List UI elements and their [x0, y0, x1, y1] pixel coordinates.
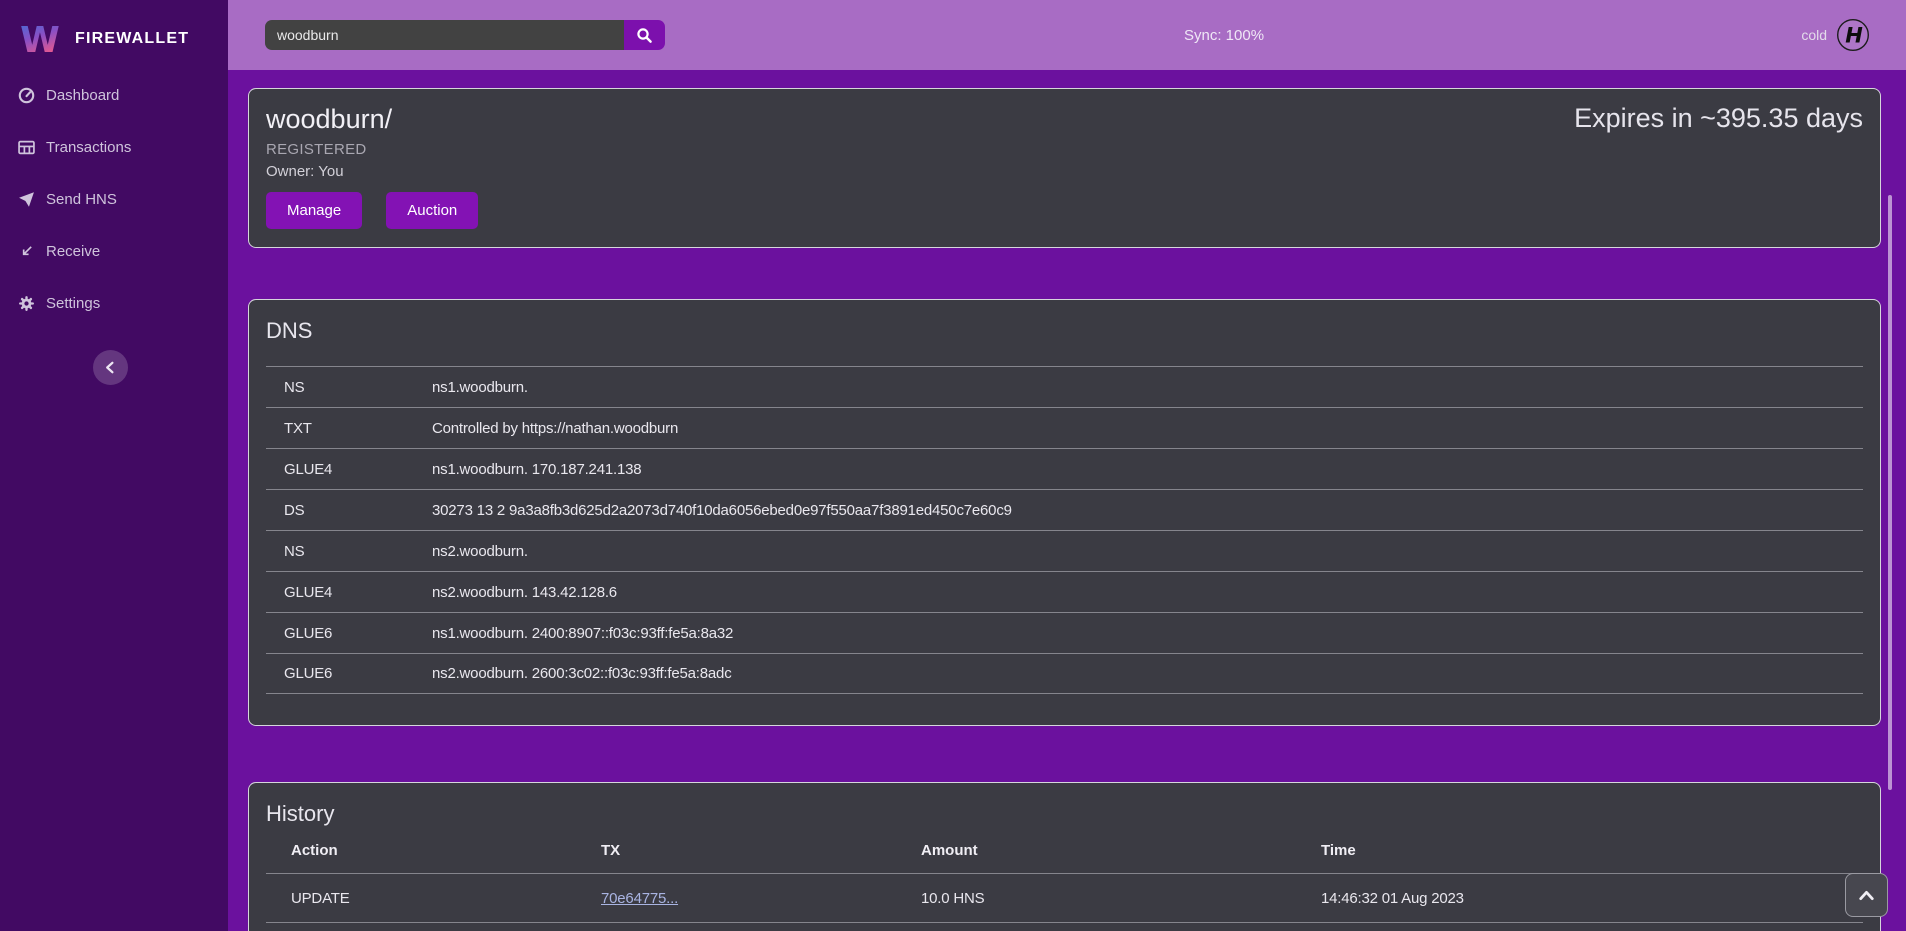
- topbar-right: cold H: [1801, 0, 1870, 70]
- dashboard-icon: [18, 87, 35, 104]
- tx-link[interactable]: 70e64775...: [601, 890, 678, 907]
- dns-record-type: NS: [284, 543, 432, 560]
- main-content: woodburn/ REGISTERED Owner: You Manage A…: [228, 70, 1906, 931]
- history-amount: 10.0 HNS: [921, 890, 1321, 907]
- dns-record-row: DS 30273 13 2 9a3a8fb3d625d2a2073d740f10…: [266, 489, 1863, 530]
- chevron-up-icon: [1857, 888, 1876, 903]
- topbar: Sync: 100% cold H: [228, 0, 1906, 70]
- search-input[interactable]: [265, 20, 624, 50]
- search-button[interactable]: [624, 20, 665, 50]
- sidebar: W FIREWALLET Dashboard Transactions Send…: [0, 0, 228, 931]
- domain-actions: Manage Auction: [266, 192, 1863, 229]
- dns-record-type: GLUE4: [284, 461, 432, 478]
- sidebar-item-dashboard[interactable]: Dashboard: [0, 69, 228, 121]
- manage-button[interactable]: Manage: [266, 192, 362, 229]
- transactions-icon: [18, 139, 35, 156]
- app-title: FIREWALLET: [75, 30, 189, 48]
- scrollbar-thumb[interactable]: [1888, 195, 1892, 790]
- dns-record-row: NS ns1.woodburn.: [266, 366, 1863, 407]
- firewallet-logo-icon: W: [17, 17, 63, 61]
- dns-record-value: 30273 13 2 9a3a8fb3d625d2a2073d740f10da6…: [432, 502, 1863, 519]
- handshake-logo-icon[interactable]: H: [1836, 18, 1870, 52]
- history-header-row: Action TX Amount Time: [266, 827, 1863, 874]
- sidebar-item-label: Receive: [46, 243, 100, 260]
- history-title: History: [266, 801, 1863, 827]
- history-action: UPDATE: [291, 890, 601, 907]
- dns-record-value: ns1.woodburn.: [432, 379, 1863, 396]
- dns-table: NS ns1.woodburn. TXT Controlled by https…: [266, 366, 1863, 694]
- sidebar-item-settings[interactable]: Settings: [0, 277, 228, 329]
- dns-record-value: ns1.woodburn. 170.187.241.138: [432, 461, 1863, 478]
- wallet-name-label: cold: [1801, 27, 1827, 43]
- dns-record-value: ns1.woodburn. 2400:8907::f03c:93ff:fe5a:…: [432, 625, 1863, 642]
- dns-record-type: GLUE4: [284, 584, 432, 601]
- dns-record-row: NS ns2.woodburn.: [266, 530, 1863, 571]
- sidebar-item-label: Transactions: [46, 139, 131, 156]
- domain-status: REGISTERED: [266, 141, 1863, 158]
- sidebar-item-receive[interactable]: Receive: [0, 225, 228, 277]
- dns-record-row: GLUE6 ns2.woodburn. 2600:3c02::f03c:93ff…: [266, 653, 1863, 694]
- dns-record-row: TXT Controlled by https://nathan.woodbur…: [266, 407, 1863, 448]
- dns-record-type: GLUE6: [284, 665, 432, 682]
- domain-expiry: Expires in ~395.35 days: [1574, 103, 1863, 134]
- history-col-tx: TX: [601, 842, 921, 859]
- dns-title: DNS: [266, 318, 1863, 344]
- dns-card: DNS NS ns1.woodburn. TXT Controlled by h…: [248, 299, 1881, 726]
- sidebar-item-label: Settings: [46, 295, 100, 312]
- dns-record-row: GLUE4 ns1.woodburn. 170.187.241.138: [266, 448, 1863, 489]
- chevron-left-icon: [102, 359, 119, 376]
- dns-record-row: GLUE6 ns1.woodburn. 2400:8907::f03c:93ff…: [266, 612, 1863, 653]
- history-table: UPDATE 70e64775... 10.0 HNS 14:46:32 01 …: [266, 874, 1863, 931]
- svg-text:W: W: [20, 20, 60, 61]
- receive-icon: [18, 243, 35, 260]
- dns-record-type: GLUE6: [284, 625, 432, 642]
- sidebar-item-label: Dashboard: [46, 87, 119, 104]
- dns-record-value: ns2.woodburn.: [432, 543, 1863, 560]
- sidebar-item-send-hns[interactable]: Send HNS: [0, 173, 228, 225]
- search-group: [265, 20, 665, 50]
- dns-record-value: ns2.woodburn. 2600:3c02::f03c:93ff:fe5a:…: [432, 665, 1863, 682]
- sidebar-collapse-button[interactable]: [93, 350, 128, 385]
- app-logo-row: W FIREWALLET: [0, 0, 228, 66]
- dns-record-type: DS: [284, 502, 432, 519]
- history-col-time: Time: [1321, 842, 1863, 859]
- dns-record-value: Controlled by https://nathan.woodburn: [432, 420, 1863, 437]
- history-row: UPDATE 70e64775... 10.0 HNS 14:46:32 01 …: [266, 874, 1863, 923]
- history-row: RENEW d76e4f75... 10.0 HNS 15:47:36 07 J…: [266, 923, 1863, 931]
- history-card: History Action TX Amount Time UPDATE 70e…: [248, 782, 1881, 931]
- settings-icon: [18, 295, 35, 312]
- sidebar-item-transactions[interactable]: Transactions: [0, 121, 228, 173]
- scroll-to-top-button[interactable]: [1845, 873, 1888, 917]
- dns-record-type: NS: [284, 379, 432, 396]
- svg-text:H: H: [1845, 24, 1863, 48]
- sidebar-item-label: Send HNS: [46, 191, 117, 208]
- sidebar-nav: Dashboard Transactions Send HNS Receive: [0, 69, 228, 329]
- sync-status: Sync: 100%: [1184, 0, 1264, 70]
- search-icon: [636, 27, 653, 44]
- history-time: 14:46:32 01 Aug 2023: [1321, 890, 1863, 907]
- history-col-action: Action: [291, 842, 601, 859]
- history-col-amount: Amount: [921, 842, 1321, 859]
- dns-record-type: TXT: [284, 420, 432, 437]
- dns-record-value: ns2.woodburn. 143.42.128.6: [432, 584, 1863, 601]
- domain-owner: Owner: You: [266, 163, 1863, 180]
- auction-button[interactable]: Auction: [386, 192, 478, 229]
- send-icon: [18, 191, 35, 208]
- domain-card: woodburn/ REGISTERED Owner: You Manage A…: [248, 88, 1881, 248]
- dns-record-row: GLUE4 ns2.woodburn. 143.42.128.6: [266, 571, 1863, 612]
